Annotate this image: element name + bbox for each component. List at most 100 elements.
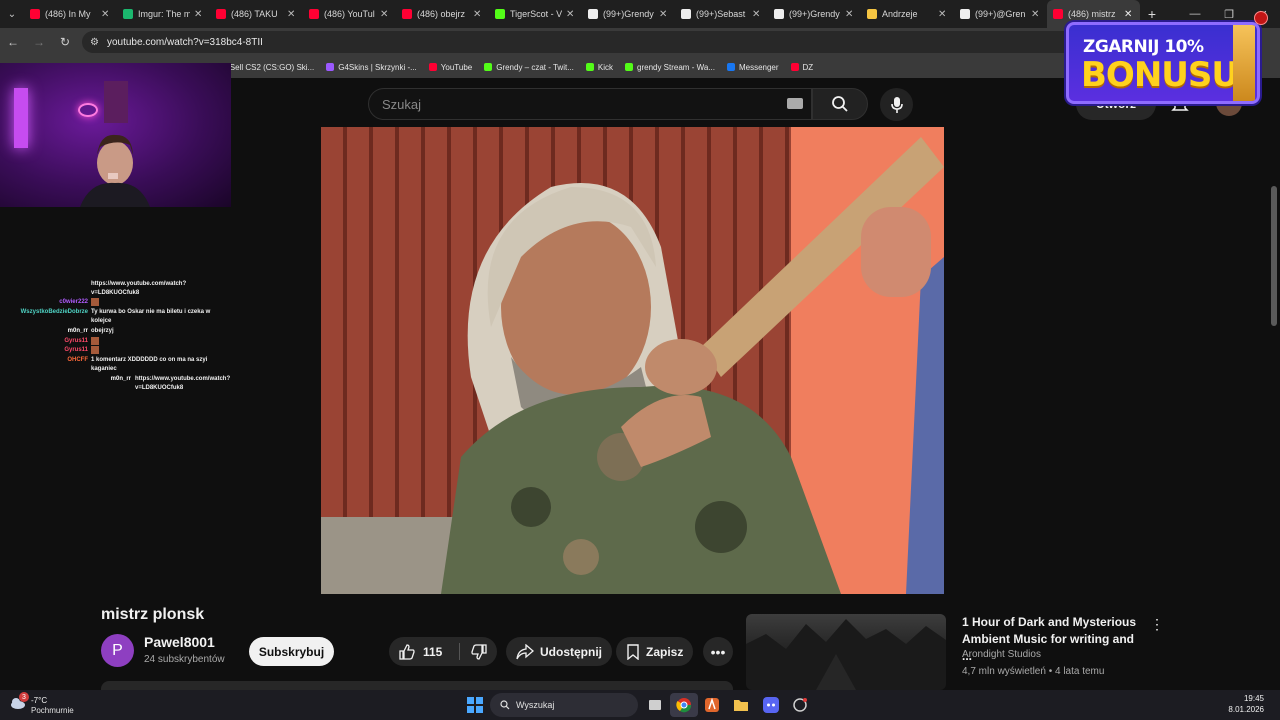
browser-tab[interactable]: (99+)Grendy ✕	[768, 0, 861, 28]
app-icon-a[interactable]	[701, 694, 723, 716]
bookmark-item[interactable]: grendy Stream - Wa...	[619, 56, 721, 78]
bookmark-label: G4Skins | Skrzynki -...	[338, 62, 417, 72]
bookmark-item[interactable]: Kick	[580, 56, 619, 78]
reload-icon[interactable]: ↻	[52, 28, 78, 56]
clock-date[interactable]: 8.01.2026	[1228, 705, 1264, 714]
tab-favicon-icon	[1053, 9, 1063, 19]
browser-tab[interactable]: (486) YouTul ✕	[303, 0, 396, 28]
browser-tab[interactable]: (486) obejrz ✕	[396, 0, 489, 28]
taskbar-search[interactable]: Wyszukaj	[490, 693, 638, 717]
tab-close-icon[interactable]: ✕	[473, 9, 483, 20]
browser-tab[interactable]: (99+)@Gren ✕	[954, 0, 1047, 28]
bookmark-item[interactable]: G4Skins | Skrzynki -...	[320, 56, 423, 78]
browser-tab[interactable]: TigerScot - V ✕	[489, 0, 582, 28]
tab-close-icon[interactable]: ✕	[1031, 9, 1041, 20]
clock-time[interactable]: 19:45	[1244, 694, 1264, 703]
like-count: 115	[423, 644, 443, 659]
browser-tab[interactable]: (99+)Grendy ✕	[582, 0, 675, 28]
voice-search-button[interactable]	[880, 88, 913, 121]
taskbar-search-label: Wyszukaj	[516, 700, 555, 710]
chat-username[interactable]: c0wier222	[59, 298, 88, 306]
chat-message	[91, 346, 99, 355]
bookmark-item[interactable]: YouTube	[423, 56, 478, 78]
bookmark-favicon-icon	[585, 63, 594, 71]
tab-close-icon[interactable]: ✕	[1124, 9, 1134, 20]
browser-tab[interactable]: Andrzeje ✕	[861, 0, 954, 28]
search-input[interactable]: Szukaj	[368, 88, 812, 120]
windows-start-icon[interactable]	[467, 697, 483, 713]
bookmark-item[interactable]: Grendy – czat - Twit...	[478, 56, 580, 78]
tab-close-icon[interactable]: ✕	[659, 9, 669, 20]
webcam-overlay	[0, 63, 231, 207]
tab-close-icon[interactable]: ✕	[938, 9, 948, 20]
browser-tab[interactable]: (99+)Sebast ✕	[675, 0, 768, 28]
bookmark-favicon-icon	[484, 63, 493, 71]
task-view-icon[interactable]	[644, 694, 666, 716]
bookmark-item[interactable]: DZ	[785, 56, 820, 78]
tab-favicon-icon	[681, 9, 691, 19]
screen: ⌄ (486) In My ✕ Imgur: The m ✕ (486) TAKU ✕ (4…	[0, 0, 1280, 720]
promo-top-text: ZGARNIJ 10%	[1083, 37, 1204, 57]
tab-close-icon[interactable]: ✕	[101, 9, 111, 20]
chat-username[interactable]: Gyrus11	[64, 337, 88, 345]
channel-name[interactable]: Pawel8001	[144, 634, 215, 650]
chat-message	[91, 298, 99, 307]
back-icon[interactable]: ←	[0, 28, 26, 56]
save-button[interactable]: Zapisz	[616, 637, 694, 666]
channel-avatar[interactable]: P	[101, 634, 134, 667]
tab-title: Imgur: The m	[138, 9, 190, 19]
microphone-icon	[890, 96, 903, 113]
more-horizontal-icon: •••	[710, 643, 726, 660]
tab-close-icon[interactable]: ✕	[845, 9, 855, 20]
search-button[interactable]	[812, 88, 868, 120]
weather-widget[interactable]: 3 -7°C Pochmurnie	[10, 692, 100, 718]
tab-close-icon[interactable]: ✕	[752, 9, 762, 20]
tab-close-icon[interactable]: ✕	[194, 9, 204, 20]
tab-close-icon[interactable]: ✕	[566, 9, 576, 20]
chat-username[interactable]: m0n_rr	[111, 375, 131, 383]
forward-icon[interactable]: →	[26, 28, 52, 56]
dislike-button[interactable]	[460, 637, 497, 666]
chat-message: https://www.youtube.com/watch?	[91, 281, 187, 287]
bookmark-label: Sell CS2 (CS:GO) Ski...	[229, 62, 315, 72]
recommendation-channel[interactable]: Arondight Studios	[962, 649, 1041, 660]
scrollbar-thumb[interactable]	[1271, 186, 1277, 326]
tab-title: (486) obejrz	[417, 9, 466, 19]
tab-favicon-icon	[309, 9, 319, 19]
keyboard-icon[interactable]	[787, 98, 803, 109]
chat-username[interactable]: Gyrus11	[64, 346, 88, 354]
weather-badge: 3	[19, 692, 29, 702]
recommendation-thumbnail[interactable]	[746, 614, 946, 690]
chrome-icon[interactable]	[673, 694, 695, 716]
share-button[interactable]: Udostępnij	[506, 637, 612, 666]
tab-close-icon[interactable]: ✕	[380, 9, 390, 20]
steelseries-icon[interactable]	[789, 694, 811, 716]
tab-title: (99+)@Gren	[975, 9, 1026, 19]
browser-tab[interactable]: (486) In My ✕	[24, 0, 117, 28]
tab-title: (99+)Grendy	[789, 9, 840, 19]
like-button[interactable]: 115	[389, 637, 459, 666]
chat-username[interactable]: m0n_rr	[68, 327, 88, 335]
recording-indicator-icon	[1254, 11, 1268, 25]
page-scrollbar[interactable]	[1268, 126, 1280, 686]
chat-emote-icon	[91, 298, 99, 306]
bookmark-item[interactable]: Messenger	[721, 56, 785, 78]
tab-search-icon[interactable]: ⌄	[0, 0, 24, 28]
more-actions-button[interactable]: •••	[703, 637, 733, 666]
url-input[interactable]: ⚙ youtube.com/watch?v=318bc4-8TII	[82, 31, 1082, 53]
recommendation-menu-icon[interactable]: ⋮	[1150, 614, 1164, 634]
browser-tab[interactable]: (486) TAKU ✕	[210, 0, 303, 28]
bookmark-favicon-icon	[428, 63, 437, 71]
discord-icon[interactable]	[760, 694, 782, 716]
tab-close-icon[interactable]: ✕	[287, 9, 297, 20]
browser-tab[interactable]: Imgur: The m ✕	[117, 0, 210, 28]
video-player[interactable]	[321, 127, 944, 594]
promo-main-text: BONUSU	[1081, 55, 1239, 95]
chat-username[interactable]: OHCFF	[67, 356, 88, 364]
chat-message: kaganiec	[91, 366, 117, 372]
subscribe-button[interactable]: Subskrybuj	[249, 637, 334, 666]
chat-username[interactable]: WszystkoBedzieDobrze	[21, 308, 88, 316]
site-info-icon[interactable]: ⚙	[90, 37, 99, 48]
file-explorer-icon[interactable]	[730, 694, 752, 716]
chat-message: kolejce	[91, 318, 112, 324]
